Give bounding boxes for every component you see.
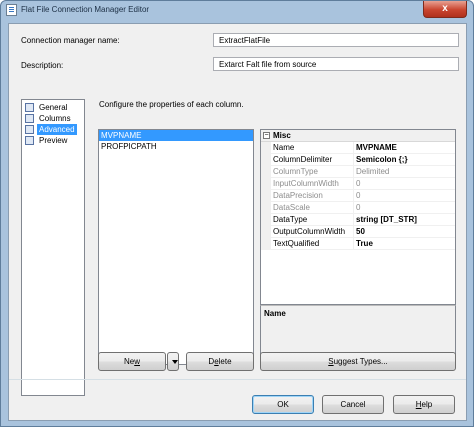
- columns-icon: [25, 114, 34, 123]
- nav-item-columns[interactable]: Columns: [24, 113, 82, 124]
- property-row-textqualified[interactable]: TextQualified True: [261, 238, 455, 250]
- window-title: Flat File Connection Manager Editor: [21, 5, 150, 14]
- connection-name-label: Connection manager name:: [21, 36, 120, 45]
- property-value[interactable]: string [DT_STR]: [356, 215, 417, 224]
- nav-item-label: Preview: [39, 136, 68, 145]
- delete-button[interactable]: Delete: [186, 352, 254, 371]
- description-label: Description:: [21, 61, 64, 70]
- collapse-icon[interactable]: −: [263, 132, 270, 139]
- property-value[interactable]: MVPNAME: [356, 143, 397, 152]
- nav-item-preview[interactable]: Preview: [24, 135, 82, 146]
- nav-item-advanced[interactable]: Advanced: [24, 124, 82, 135]
- title-bar[interactable]: Flat File Connection Manager Editor x: [1, 1, 473, 21]
- property-value: Delimited: [356, 167, 390, 176]
- property-name: DataScale: [273, 203, 310, 212]
- property-row-columntype[interactable]: ColumnType Delimited: [261, 166, 455, 178]
- app-icon: [6, 4, 17, 16]
- property-row-outputcolumnwidth[interactable]: OutputColumnWidth 50: [261, 226, 455, 238]
- nav-item-label: Columns: [39, 114, 71, 123]
- property-name: InputColumnWidth: [273, 179, 339, 188]
- list-item[interactable]: MVPNAME: [99, 130, 253, 141]
- new-dropdown-button[interactable]: [167, 352, 179, 371]
- new-button[interactable]: New: [98, 352, 166, 371]
- property-value: 0: [356, 203, 361, 212]
- page-navigation: General Columns Advanced Preview: [21, 99, 85, 396]
- dropdown-arrow-icon: [172, 360, 178, 364]
- list-item[interactable]: PROFPICPATH: [99, 141, 253, 152]
- property-row-columndelimiter[interactable]: ColumnDelimiter Semicolon {;}: [261, 154, 455, 166]
- help-button[interactable]: Help: [393, 395, 455, 414]
- nav-item-label: Advanced: [37, 124, 77, 135]
- property-name: ColumnDelimiter: [273, 155, 333, 164]
- property-name: Name: [273, 143, 295, 152]
- advanced-icon: [25, 125, 34, 134]
- dialog-client-area: Connection manager name: ExtractFlatFile…: [8, 23, 467, 421]
- property-row-dataprecision[interactable]: DataPrecision 0: [261, 190, 455, 202]
- category-misc[interactable]: − Misc: [261, 130, 455, 142]
- cancel-button[interactable]: Cancel: [322, 395, 384, 414]
- dialog-window: Flat File Connection Manager Editor x Co…: [0, 0, 474, 427]
- property-name: DataPrecision: [273, 191, 323, 200]
- general-icon: [25, 103, 34, 112]
- ok-button[interactable]: OK: [252, 395, 314, 414]
- property-row-datatype[interactable]: DataType string [DT_STR]: [261, 214, 455, 226]
- property-name: ColumnType: [273, 167, 318, 176]
- property-name: OutputColumnWidth: [273, 227, 346, 236]
- property-value[interactable]: Semicolon {;}: [356, 155, 408, 164]
- property-name: DataType: [273, 215, 308, 224]
- description-input[interactable]: Extarct Falt file from source: [213, 57, 459, 71]
- property-row-inputcolumnwidth[interactable]: InputColumnWidth 0: [261, 178, 455, 190]
- suggest-types-button[interactable]: Suggest Types...: [260, 352, 456, 371]
- property-grid: − Misc Name MVPNAME ColumnDelimiter Semi…: [260, 129, 456, 305]
- property-row-name[interactable]: Name MVPNAME: [261, 142, 455, 154]
- property-value[interactable]: True: [356, 239, 373, 248]
- column-list[interactable]: MVPNAME PROFPICPATH: [98, 129, 254, 365]
- property-value[interactable]: 50: [356, 227, 365, 236]
- property-value: 0: [356, 179, 361, 188]
- footer-divider: [9, 379, 466, 380]
- connection-name-input[interactable]: ExtractFlatFile: [213, 33, 459, 47]
- property-value: 0: [356, 191, 361, 200]
- close-button[interactable]: x: [423, 1, 467, 18]
- nav-item-label: General: [39, 103, 68, 112]
- page-description: Configure the properties of each column.: [99, 100, 244, 109]
- preview-icon: [25, 136, 34, 145]
- property-row-datascale[interactable]: DataScale 0: [261, 202, 455, 214]
- property-name: TextQualified: [273, 239, 320, 248]
- help-title: Name: [264, 309, 286, 318]
- nav-item-general[interactable]: General: [24, 102, 82, 113]
- category-label: Misc: [273, 131, 291, 140]
